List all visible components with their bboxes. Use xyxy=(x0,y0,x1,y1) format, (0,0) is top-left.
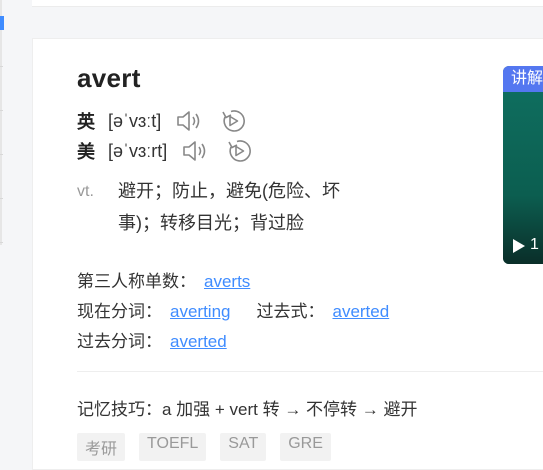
word-form-row: 现在分词： averting 过去式： averted xyxy=(77,297,389,322)
definition-text: 避开；防止，避免(危险、坏事)；转移目光；背过脸 xyxy=(118,181,340,233)
past-participle-link[interactable]: averted xyxy=(170,332,227,351)
sidebar-active-indicator xyxy=(0,16,4,30)
third-person-link[interactable]: averts xyxy=(204,272,250,291)
present-participle-link[interactable]: averting xyxy=(170,302,230,321)
sidebar-divider xyxy=(0,198,3,199)
present-participle-label: 现在分词： xyxy=(77,302,162,321)
video-explanation-panel[interactable]: 讲解 1 xyxy=(503,66,543,264)
previous-card xyxy=(32,0,543,7)
word-form-row: 过去分词： averted xyxy=(77,327,227,352)
speaker-icon[interactable] xyxy=(175,108,203,134)
entry-word: avert xyxy=(77,63,141,93)
pronunciation-ipa: [əˈvɜːrt] xyxy=(108,140,168,161)
past-participle-label: 过去分词： xyxy=(77,332,162,351)
video-tab-label[interactable]: 讲解 xyxy=(503,66,543,92)
play-icon[interactable] xyxy=(512,238,526,259)
exam-tag[interactable]: GRE xyxy=(280,433,331,461)
sidebar-rail xyxy=(0,0,2,245)
exam-tag[interactable]: TOEFL xyxy=(139,433,207,461)
pronunciation-lang-label: 美 xyxy=(77,142,95,162)
sidebar-divider xyxy=(0,66,3,67)
sidebar-divider xyxy=(0,154,3,155)
speaker-icon[interactable] xyxy=(181,138,209,164)
section-divider xyxy=(77,371,543,372)
past-tense-link[interactable]: averted xyxy=(332,302,389,321)
past-tense-label: 过去式： xyxy=(256,302,325,321)
exam-tag[interactable]: 考研 xyxy=(77,433,126,461)
word-form-row: 第三人称单数： averts xyxy=(77,267,250,292)
pronunciation-us: 美 [əˈvɜːrt] xyxy=(77,138,253,164)
video-count: 1 xyxy=(530,236,539,253)
third-person-label: 第三人称单数： xyxy=(77,272,196,291)
exam-tag[interactable]: SAT xyxy=(220,433,267,461)
pronunciation-lang-label: 英 xyxy=(77,112,95,132)
sidebar-divider xyxy=(0,242,3,243)
pronunciation-uk: 英 [əˈvɜːt] xyxy=(77,108,247,134)
pronunciation-ipa: [əˈvɜːt] xyxy=(108,110,162,131)
sidebar-divider xyxy=(0,110,3,111)
exam-tags: 考研 TOEFL SAT GRE xyxy=(77,433,345,461)
memory-tip: 记忆技巧：a 加强 + vert 转 → 不停转 → 避开 xyxy=(77,400,418,419)
dictionary-entry-card: avert 英 [əˈvɜːt] 美 [əˈvɜːrt] vt. 避开；防止，避… xyxy=(32,38,543,470)
replay-icon[interactable] xyxy=(225,138,253,164)
part-of-speech: vt. xyxy=(77,183,94,200)
replay-icon[interactable] xyxy=(219,108,247,134)
